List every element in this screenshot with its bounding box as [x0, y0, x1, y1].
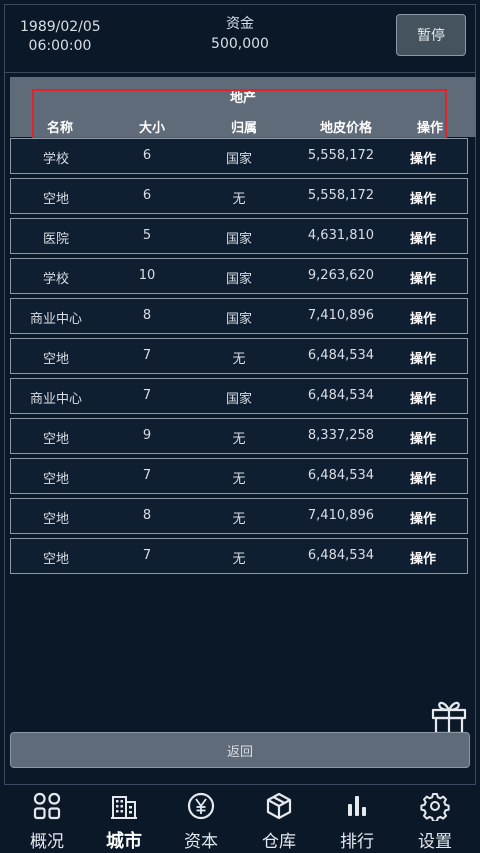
cell-size: 6 [142, 188, 152, 203]
cell-owner: 无 [232, 192, 246, 207]
cell-owner: 无 [232, 512, 246, 527]
table-row: 商业中心 8 国家 7,410,896 操作 [10, 298, 468, 334]
cell-owner: 国家 [225, 272, 252, 287]
action-button[interactable]: 操作 [387, 348, 459, 367]
gear-icon [420, 793, 450, 821]
cell-size: 8 [142, 508, 152, 523]
cell-price: 6,484,534 [307, 468, 375, 483]
table-row: 医院 5 国家 4,631,810 操作 [10, 218, 468, 254]
action-button[interactable]: 操作 [387, 548, 459, 567]
cell-owner: 国家 [225, 152, 252, 167]
cell-price: 5,558,172 [307, 148, 375, 163]
pause-button[interactable]: 暂停 [396, 14, 466, 56]
cell-owner: 无 [232, 432, 246, 447]
nav-item-ranking[interactable]: 排行 [322, 791, 392, 852]
gift-icon[interactable] [428, 694, 470, 736]
nav-label-settings: 设置 [418, 832, 452, 852]
nav-label-overview: 概况 [30, 832, 64, 852]
funds-display: 资金 500,000 [180, 14, 300, 54]
cell-owner: 国家 [225, 232, 252, 247]
table-row: 空地 8 无 7,410,896 操作 [10, 498, 468, 534]
table-row: 学校 6 国家 5,558,172 操作 [10, 138, 468, 174]
cell-name: 医院 [42, 232, 69, 247]
cell-price: 6,484,534 [307, 548, 375, 563]
cell-name: 商业中心 [29, 312, 82, 327]
nav-label-capital: 资本 [184, 832, 218, 852]
cell-owner: 无 [232, 472, 246, 487]
table-row: 空地 7 无 6,484,534 操作 [10, 538, 468, 574]
cell-price: 5,558,172 [307, 188, 375, 203]
cell-price: 7,410,896 [307, 308, 375, 323]
cell-size: 7 [142, 348, 152, 363]
yen-coin-icon [187, 792, 215, 820]
cell-size: 8 [142, 308, 152, 323]
cell-owner: 国家 [225, 312, 252, 327]
table-row: 商业中心 7 国家 6,484,534 操作 [10, 378, 468, 414]
table-row: 学校 10 国家 9,263,620 操作 [10, 258, 468, 294]
grid-icon [33, 792, 61, 820]
action-button[interactable]: 操作 [387, 388, 459, 407]
table-row: 空地 7 无 6,484,534 操作 [10, 458, 468, 494]
nav-item-capital[interactable]: 资本 [166, 791, 236, 852]
game-date: 1989/02/05 [20, 19, 101, 35]
table-row: 空地 9 无 8,337,258 操作 [10, 418, 468, 454]
cell-name: 空地 [42, 432, 69, 447]
cell-price: 7,410,896 [307, 508, 375, 523]
bottom-nav: 概况 城市 资本 仓库 排行 设置 [4, 784, 476, 852]
cell-owner: 国家 [225, 392, 252, 407]
cell-name: 空地 [42, 512, 69, 527]
cell-size: 6 [142, 148, 152, 163]
back-button[interactable]: 返回 [10, 732, 470, 768]
nav-item-warehouse[interactable]: 仓库 [244, 791, 314, 852]
highlight-box [32, 89, 447, 139]
cell-size: 7 [142, 468, 152, 483]
funds-value: 500,000 [211, 36, 269, 52]
action-button[interactable]: 操作 [387, 228, 459, 247]
cell-price: 9,263,620 [307, 268, 375, 283]
cell-size: 10 [138, 268, 156, 283]
cell-price: 4,631,810 [307, 228, 375, 243]
table-row: 空地 7 无 6,484,534 操作 [10, 338, 468, 374]
game-datetime: 1989/02/05 06:00:00 [20, 18, 101, 56]
cell-size: 5 [142, 228, 152, 243]
cell-name: 商业中心 [29, 392, 82, 407]
nav-label-city: 城市 [106, 831, 142, 852]
game-time: 06:00:00 [28, 38, 92, 54]
cell-name: 学校 [42, 272, 69, 287]
cell-name: 学校 [42, 152, 69, 167]
cell-price: 6,484,534 [307, 348, 375, 363]
nav-item-city[interactable]: 城市 [89, 791, 159, 852]
bar-chart-icon [348, 796, 366, 816]
action-button[interactable]: 操作 [387, 268, 459, 287]
action-button[interactable]: 操作 [387, 148, 459, 167]
cell-name: 空地 [42, 472, 69, 487]
action-button[interactable]: 操作 [387, 428, 459, 447]
cell-size: 7 [142, 388, 152, 403]
buildings-icon [111, 796, 137, 819]
cell-owner: 无 [232, 552, 246, 567]
cell-owner: 无 [232, 352, 246, 367]
cell-name: 空地 [42, 192, 69, 207]
cell-size: 7 [142, 548, 152, 563]
nav-item-overview[interactable]: 概况 [12, 791, 82, 852]
nav-label-ranking: 排行 [340, 832, 374, 852]
funds-label: 资金 [226, 16, 254, 32]
action-button[interactable]: 操作 [387, 468, 459, 487]
cell-name: 空地 [42, 352, 69, 367]
action-button[interactable]: 操作 [387, 188, 459, 207]
cell-size: 9 [142, 428, 152, 443]
cell-price: 8,337,258 [307, 428, 375, 443]
action-button[interactable]: 操作 [387, 308, 459, 327]
action-button[interactable]: 操作 [387, 508, 459, 527]
nav-label-warehouse: 仓库 [262, 832, 296, 852]
nav-item-settings[interactable]: 设置 [400, 791, 470, 852]
table-row: 空地 6 无 5,558,172 操作 [10, 178, 468, 214]
box-icon [266, 792, 292, 820]
cell-name: 空地 [42, 552, 69, 567]
header-bar: 1989/02/05 06:00:00 资金 500,000 暂停 [0, 0, 480, 70]
cell-price: 6,484,534 [307, 388, 375, 403]
